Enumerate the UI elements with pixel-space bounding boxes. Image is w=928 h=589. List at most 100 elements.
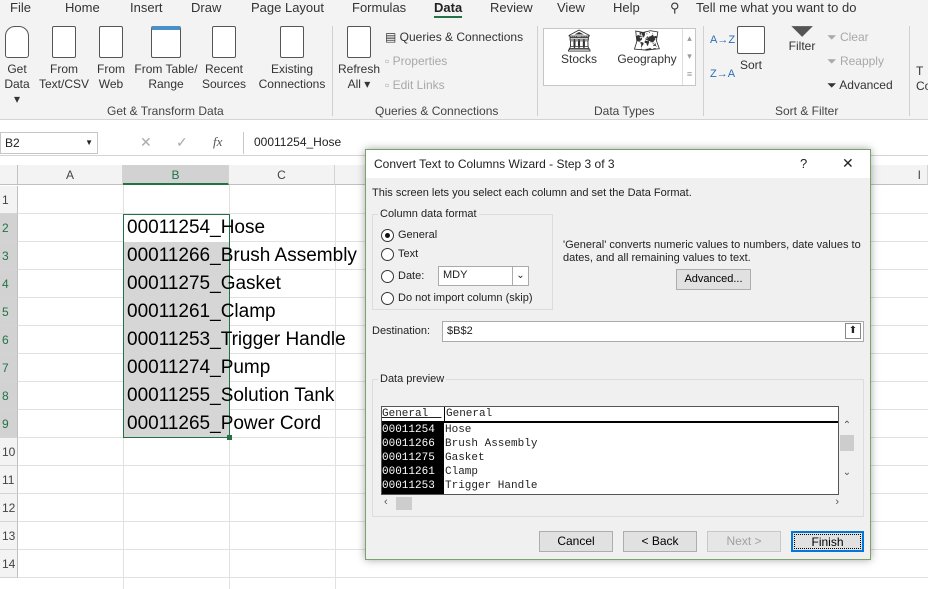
row-header[interactable]: 7 <box>0 354 18 382</box>
row-header[interactable]: 14 <box>0 550 18 578</box>
tab-formulas[interactable]: Formulas <box>352 0 406 15</box>
connections-icon <box>280 26 304 58</box>
preview-col-header[interactable]: General <box>382 408 428 420</box>
preview-cell: 00011261 <box>382 466 435 478</box>
search-icon[interactable]: ⚲ <box>670 0 680 16</box>
cell-b7[interactable]: 00011274_Pump <box>127 354 270 382</box>
geography-button[interactable]: 🗺 Geography <box>614 29 680 67</box>
label: Advanced <box>839 78 893 92</box>
scroll-thumb[interactable] <box>396 497 412 510</box>
row-header[interactable]: 12 <box>0 494 18 522</box>
label: Filter <box>788 39 816 53</box>
preview-horizontal-scrollbar[interactable]: ‹ › <box>384 496 839 512</box>
row-header[interactable]: 2 <box>0 214 18 242</box>
help-button[interactable]: ? <box>800 156 807 171</box>
scroll-thumb[interactable] <box>840 435 854 451</box>
stocks-button[interactable]: 🏛 Stocks <box>552 29 606 67</box>
row-header[interactable]: 9 <box>0 410 18 438</box>
get-data-button[interactable]: Get Data ▾ <box>0 20 34 107</box>
tab-data[interactable]: Data <box>434 0 463 18</box>
refresh-all-button[interactable]: Refresh All ▾ <box>337 20 381 92</box>
column-header-a[interactable]: A <box>18 165 123 185</box>
sort-a-z-icon[interactable]: A→Z <box>710 34 735 46</box>
cell-b4[interactable]: 00011275_Gasket <box>127 270 281 298</box>
properties-button[interactable]: ▫ Properties <box>385 54 447 68</box>
radio-general[interactable] <box>381 229 394 242</box>
preview-col-header[interactable]: General <box>444 407 492 421</box>
tab-file[interactable]: File <box>10 0 31 15</box>
row-header[interactable]: 5 <box>0 298 18 326</box>
collapse-dialog-icon[interactable]: ⬆ <box>845 323 861 339</box>
reapply-button[interactable]: ⏷ Reapply <box>827 54 884 69</box>
cell-b9[interactable]: 00011265_Power Cord <box>127 410 321 438</box>
destination-input[interactable]: $B$2 ⬆ <box>442 321 864 342</box>
queries-connections-button[interactable]: ▤ Queries & Connections <box>385 30 523 44</box>
text-to-columns-button[interactable]: TCo <box>916 64 928 94</box>
cell-b3[interactable]: 00011266_Brush Assembly <box>127 242 357 270</box>
row-header[interactable]: 6 <box>0 326 18 354</box>
tab-home[interactable]: Home <box>65 0 100 15</box>
chevron-down-icon[interactable]: ⌄ <box>512 267 528 285</box>
clear-button[interactable]: ⏷ Clear <box>827 30 869 45</box>
tab-insert[interactable]: Insert <box>130 0 163 15</box>
column-header-b[interactable]: B <box>123 165 229 185</box>
row-header[interactable]: 8 <box>0 382 18 410</box>
existing-connections-button[interactable]: Existing Connections <box>256 20 328 92</box>
format-description: 'General' converts numeric values to num… <box>563 239 861 264</box>
recent-sources-button[interactable]: Recent Sources <box>202 20 246 92</box>
tab-help[interactable]: Help <box>613 0 640 15</box>
date-format-select[interactable]: MDY ⌄ <box>438 266 529 286</box>
row-header[interactable]: 11 <box>0 466 18 494</box>
tab-page-layout[interactable]: Page Layout <box>251 0 324 15</box>
select-all[interactable] <box>0 165 18 185</box>
row-header[interactable]: 3 <box>0 242 18 270</box>
cell-b8[interactable]: 00011255_Solution Tank <box>127 382 334 410</box>
gallery-scroll[interactable]: ▴ ▾ ≡ <box>682 29 696 85</box>
back-button[interactable]: < Back <box>623 531 697 552</box>
chevron-left-icon[interactable]: ‹ <box>384 496 388 508</box>
group-label: Data preview <box>378 373 447 385</box>
next-button[interactable]: Next > <box>707 531 781 552</box>
dialog-title: Convert Text to Columns Wizard - Step 3 … <box>374 157 615 171</box>
label: Text/CSV <box>38 77 89 91</box>
row-header[interactable]: 13 <box>0 522 18 550</box>
divider <box>909 26 910 116</box>
chevron-down-icon[interactable]: ▼ <box>85 138 93 147</box>
radio-skip[interactable] <box>381 292 394 305</box>
cancel-icon[interactable]: ✕ <box>140 134 152 151</box>
column-header-c[interactable]: C <box>229 165 335 185</box>
chevron-right-icon[interactable]: › <box>835 496 839 508</box>
insert-function-icon[interactable]: fx <box>213 134 222 150</box>
chevron-down-icon[interactable]: ⌄ <box>840 467 854 478</box>
chevron-up-icon[interactable]: ⌃ <box>840 420 854 431</box>
filter-button[interactable]: ⏷ Filter <box>785 17 819 54</box>
tab-view[interactable]: View <box>557 0 585 15</box>
cell-b5[interactable]: 00011261_Clamp <box>127 298 276 326</box>
edit-links-button[interactable]: ▫ Edit Links <box>385 78 445 92</box>
advanced-filter-button[interactable]: ⏷ Advanced <box>827 78 893 93</box>
from-web-button[interactable]: From Web <box>94 20 128 92</box>
row-header[interactable]: 1 <box>0 186 18 214</box>
from-table-range-button[interactable]: From Table/Range <box>132 20 200 92</box>
name-box[interactable]: B2 ▼ <box>0 132 98 154</box>
advanced-button[interactable]: Advanced... <box>676 269 751 290</box>
row-header[interactable]: 4 <box>0 270 18 298</box>
close-button[interactable]: ✕ <box>842 155 854 172</box>
label: Range <box>148 77 184 91</box>
cell-b6[interactable]: 00011253_Trigger Handle <box>127 326 346 354</box>
enter-icon[interactable]: ✓ <box>176 134 188 151</box>
tab-review[interactable]: Review <box>490 0 533 15</box>
radio-text[interactable] <box>381 248 394 261</box>
cancel-button[interactable]: Cancel <box>539 531 613 552</box>
radio-date[interactable] <box>381 270 394 283</box>
sort-button[interactable]: Sort <box>735 20 767 73</box>
from-text-csv-button[interactable]: From Text/CSV <box>38 20 90 92</box>
cell-b2[interactable]: 00011254_Hose <box>127 214 265 242</box>
tell-me-search[interactable]: Tell me what you want to do <box>696 0 856 15</box>
preview-vertical-scrollbar[interactable]: ⌃ ⌄ <box>840 420 854 498</box>
sort-z-a-icon[interactable]: Z→A <box>710 68 735 80</box>
data-preview[interactable]: General General 00011254 Hose 00011266 Brus… <box>381 406 839 495</box>
tab-draw[interactable]: Draw <box>191 0 221 15</box>
row-header[interactable]: 10 <box>0 438 18 466</box>
finish-button[interactable]: Finish <box>791 531 864 552</box>
